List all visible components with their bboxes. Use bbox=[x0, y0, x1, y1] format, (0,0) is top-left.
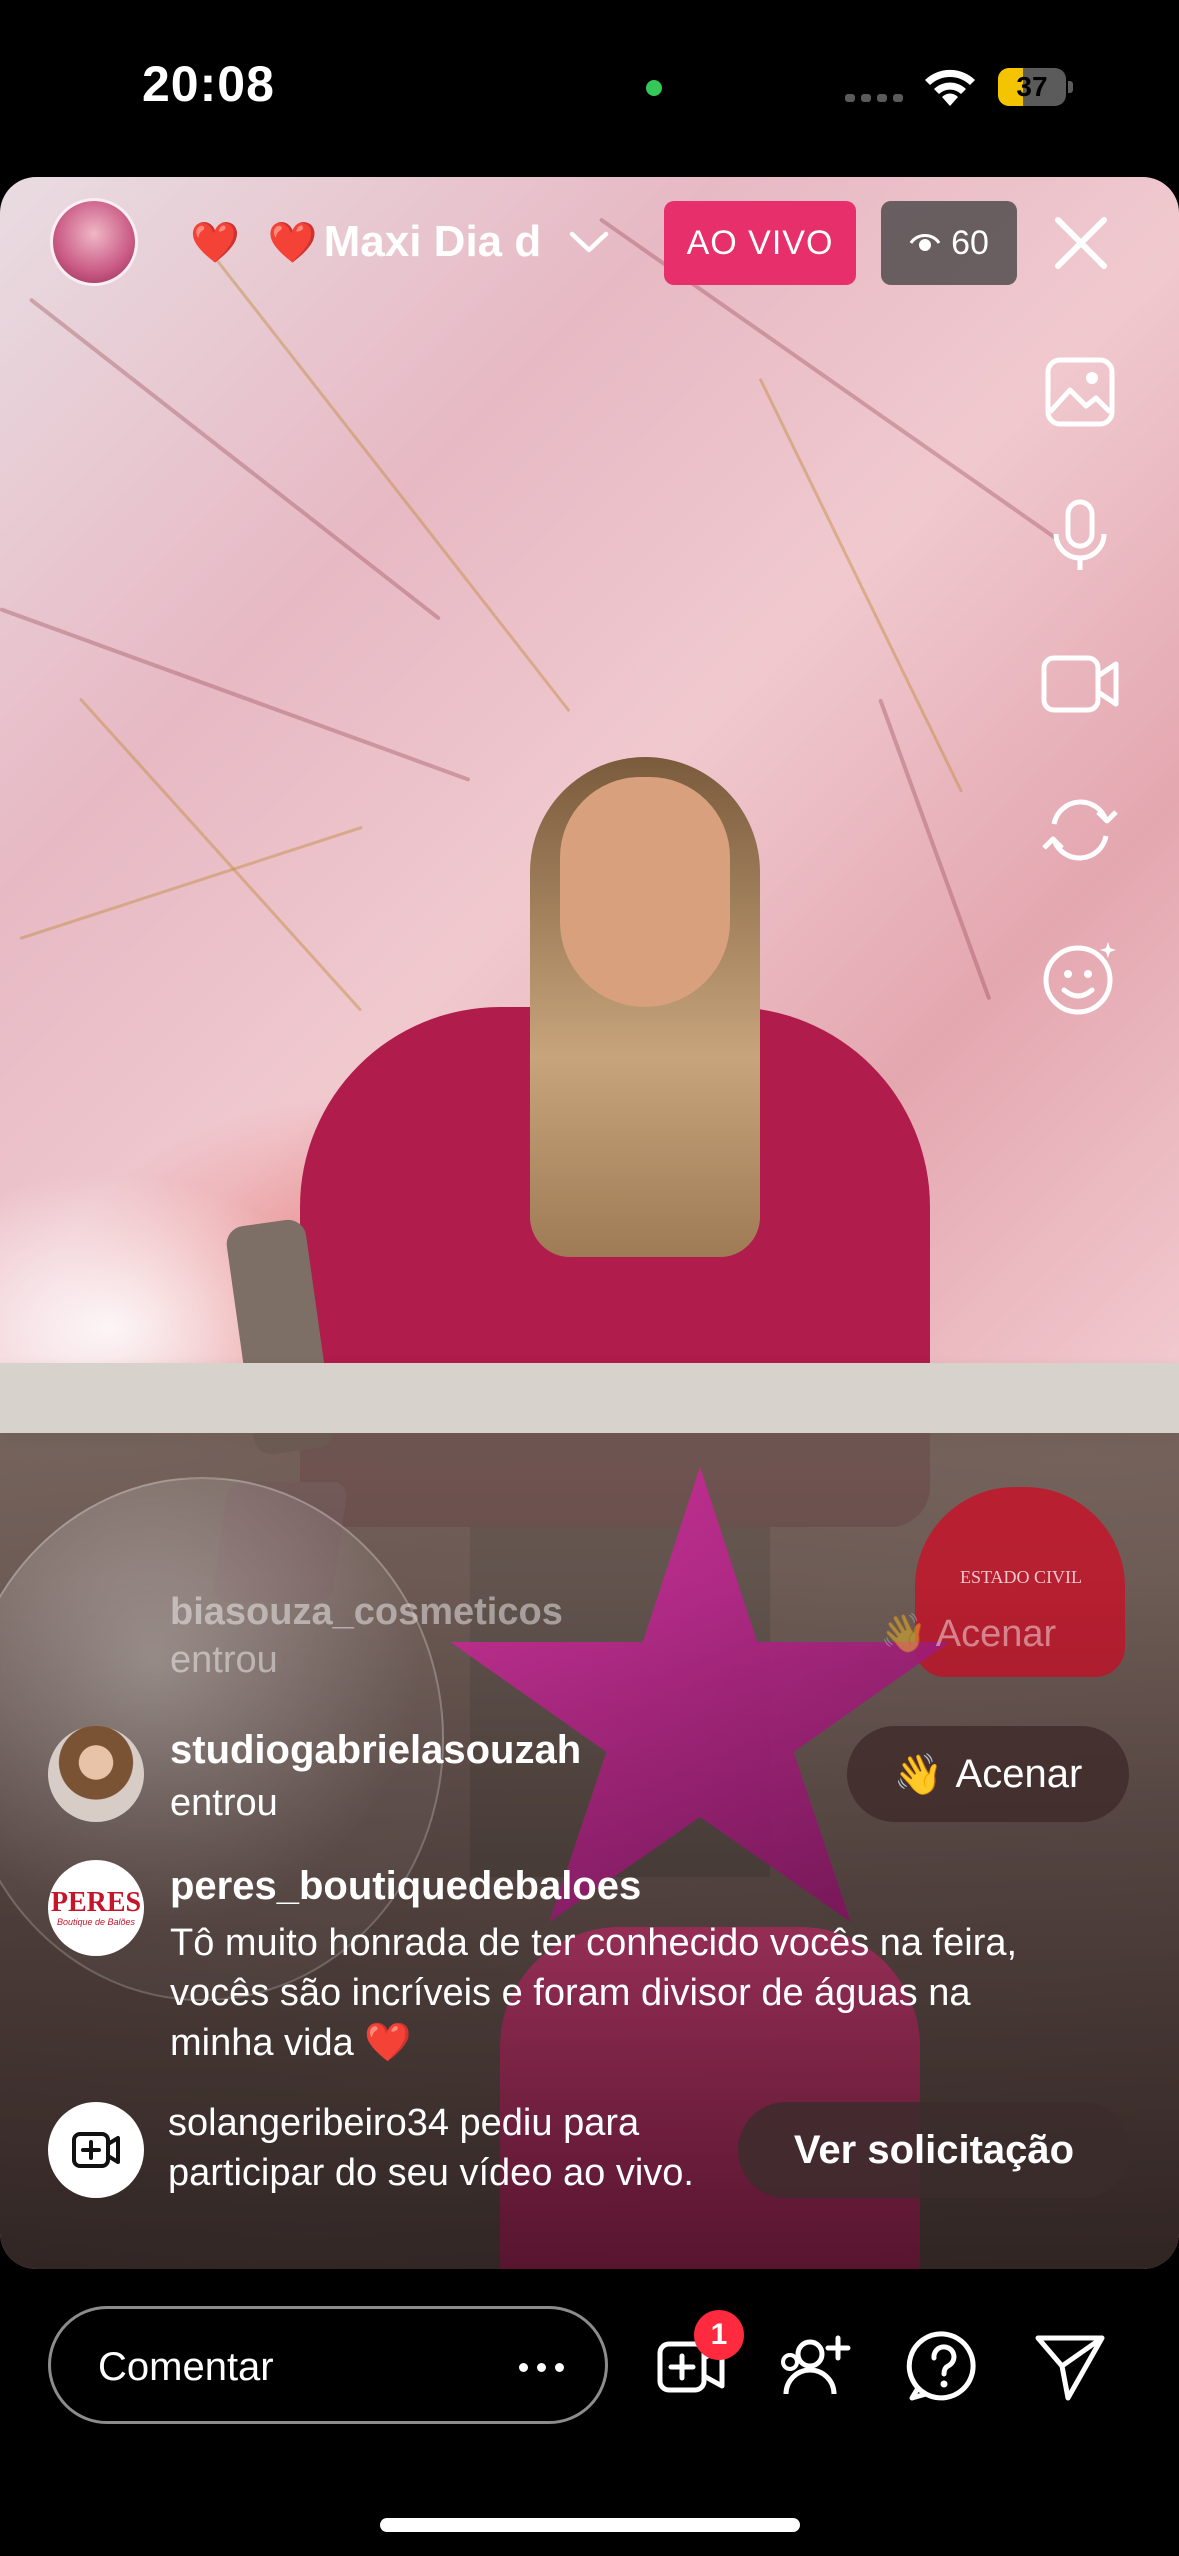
notification-badge: 1 bbox=[694, 2310, 744, 2360]
wifi-icon bbox=[925, 69, 975, 106]
battery-icon: 37 bbox=[998, 68, 1074, 106]
host-avatar[interactable] bbox=[50, 198, 138, 286]
flip-camera-icon[interactable] bbox=[1040, 790, 1120, 870]
view-request-button[interactable]: Ver solicitação bbox=[738, 2102, 1130, 2198]
camera-in-use-indicator bbox=[646, 80, 662, 96]
live-title[interactable]: ❤️ ❤️ Maxi Dia d bbox=[190, 212, 550, 272]
comment-field[interactable] bbox=[48, 2306, 608, 2424]
comment-username[interactable]: peres_boutiquedebaloes bbox=[170, 1864, 641, 1909]
close-icon[interactable] bbox=[1048, 210, 1114, 276]
home-indicator[interactable] bbox=[380, 2518, 800, 2532]
viewer-count[interactable]: 60 bbox=[881, 201, 1017, 285]
status-bar: 20:08 37 bbox=[0, 0, 1179, 175]
viewer-count-value: 60 bbox=[951, 223, 989, 262]
gallery-icon[interactable] bbox=[1040, 352, 1120, 432]
join-request-text: solangeribeiro34 pediu para participar d… bbox=[168, 2102, 694, 2194]
question-icon[interactable] bbox=[906, 2328, 982, 2404]
wave-emoji-icon: 👋 bbox=[893, 1752, 944, 1797]
comment-text: entrou bbox=[170, 1782, 278, 1824]
eye-icon bbox=[909, 234, 941, 251]
studiogabrielasouzah-avatar[interactable] bbox=[48, 1726, 144, 1822]
live-title-text: Maxi Dia d bbox=[323, 217, 542, 266]
more-options-icon[interactable] bbox=[501, 2339, 581, 2395]
chevron-down-icon[interactable] bbox=[566, 226, 612, 258]
wave-button-label: Acenar bbox=[955, 1751, 1083, 1796]
status-time: 20:08 bbox=[142, 56, 275, 112]
microphone-icon[interactable] bbox=[1040, 496, 1120, 576]
join-request-avatar bbox=[48, 2102, 144, 2198]
fading-wave-button: 👋 Acenar bbox=[880, 1613, 1057, 1655]
cellular-signal-icon bbox=[845, 94, 903, 102]
fading-comment: biasouza_cosmeticos entrou bbox=[170, 1588, 563, 1684]
peres-logo-subtext: Boutique de Balões bbox=[56, 1917, 136, 1927]
invite-user-icon[interactable] bbox=[778, 2328, 854, 2404]
add-video-icon bbox=[72, 2132, 120, 2168]
video-camera-icon[interactable] bbox=[1040, 644, 1120, 724]
fading-comment-text: entrou bbox=[170, 1639, 278, 1681]
comment-username[interactable]: studiogabrielasouzah bbox=[170, 1728, 581, 1773]
effects-icon[interactable] bbox=[1040, 938, 1120, 1018]
comment-input[interactable] bbox=[96, 2337, 500, 2397]
wave-button[interactable]: 👋 Acenar bbox=[847, 1726, 1129, 1822]
table bbox=[0, 1363, 1179, 1433]
peres-logo-text: PERES bbox=[50, 1887, 142, 1918]
battery-percentage: 37 bbox=[1016, 71, 1048, 102]
live-badge: AO VIVO bbox=[664, 201, 856, 285]
host-face bbox=[560, 777, 730, 1007]
heart-emoji: ❤️ bbox=[190, 220, 240, 265]
heart-emoji: ❤️ bbox=[267, 220, 318, 265]
comment-text: Tô muito honrada de ter conhecido vocês … bbox=[170, 1922, 1018, 2064]
peres-boutique-avatar[interactable]: PERES Boutique de Balões bbox=[48, 1860, 144, 1956]
share-icon[interactable] bbox=[1032, 2328, 1108, 2404]
fading-comment-username: biasouza_cosmeticos bbox=[170, 1591, 563, 1633]
